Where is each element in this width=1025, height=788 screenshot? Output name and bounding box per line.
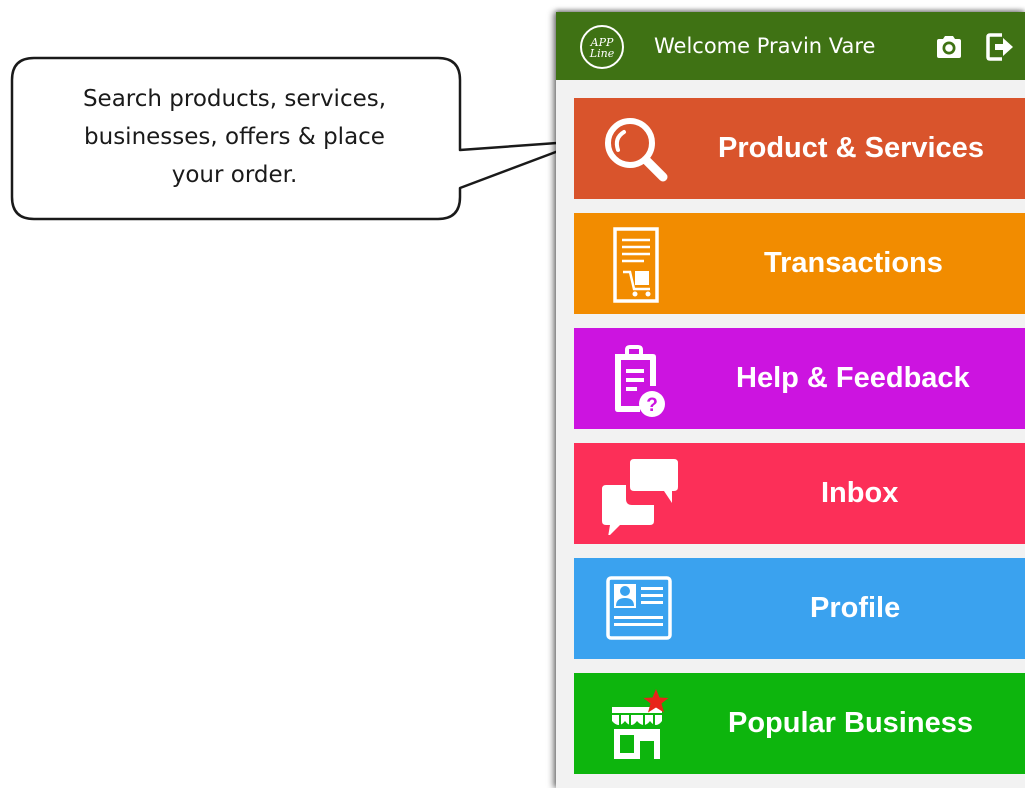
top-bar: APP Line Welcome Pravin Vare — [556, 12, 1025, 80]
menu-item-profile[interactable]: Profile — [574, 558, 1025, 659]
menu-item-transactions[interactable]: Transactions — [574, 213, 1025, 314]
callout-line-2: businesses, offers & place — [84, 124, 385, 150]
id-card-icon — [598, 570, 678, 650]
menu-item-inbox[interactable]: Inbox — [574, 443, 1025, 544]
app-logo: APP Line — [580, 25, 624, 69]
menu-label-inbox: Inbox — [821, 477, 899, 509]
logo-text-bottom: Line — [589, 47, 615, 60]
menu-label-product-services: Product & Services — [718, 132, 984, 164]
welcome-text: Welcome Pravin Vare — [654, 34, 876, 58]
menu-label-transactions: Transactions — [764, 247, 943, 279]
document-cart-icon — [598, 225, 678, 305]
menu-label-profile: Profile — [810, 592, 901, 624]
clipboard-help-icon: ? — [598, 340, 678, 420]
phone-screen: APP Line Welcome Pravin Vare Product & S… — [556, 12, 1025, 788]
callout-line-1: Search products, services, — [82, 86, 387, 112]
logout-icon[interactable] — [986, 32, 1014, 67]
menu-item-product-services[interactable]: Product & Services — [574, 98, 1025, 199]
menu-item-popular-business[interactable]: Popular Business — [574, 673, 1025, 774]
callout-line-3: your order. — [171, 162, 298, 188]
menu-label-help-feedback: Help & Feedback — [736, 362, 970, 394]
search-icon — [598, 110, 678, 190]
camera-icon[interactable] — [934, 34, 964, 65]
menu-item-help-feedback[interactable]: ? Help & Feedback — [574, 328, 1025, 429]
chat-bubbles-icon — [598, 455, 678, 537]
svg-text:?: ? — [646, 395, 658, 416]
callout-text: Search products, services, businesses, o… — [22, 80, 447, 194]
menu-label-popular-business: Popular Business — [728, 707, 973, 739]
storefront-star-icon — [598, 685, 678, 765]
